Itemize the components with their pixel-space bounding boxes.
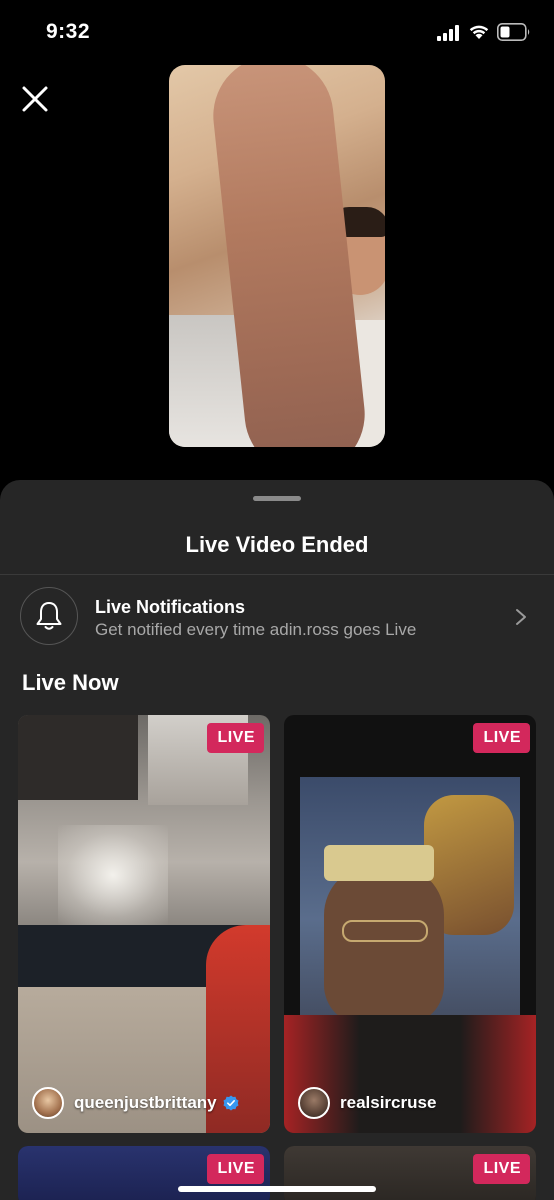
thumbnail-headband	[324, 845, 434, 881]
thumbnail-face	[324, 865, 444, 1025]
close-icon[interactable]	[18, 82, 52, 116]
verified-badge-icon	[223, 1095, 239, 1111]
notification-title: Live Notifications	[95, 597, 246, 617]
home-indicator[interactable]	[178, 1186, 376, 1192]
status-time: 9:32	[46, 20, 91, 43]
avatar	[32, 1087, 64, 1119]
card-user: realsircruse	[298, 1087, 436, 1119]
thumbnail-cabinet	[18, 715, 138, 800]
status-bar: 9:32	[0, 0, 554, 64]
live-ended-sheet: Live Video Ended Live Notifications Get …	[0, 480, 554, 1200]
wifi-icon	[469, 25, 489, 39]
thumbnail-light	[58, 825, 168, 925]
live-card-realsircruse[interactable]: LIVE realsircruse	[284, 715, 536, 1133]
card-username: queenjustbrittany	[74, 1093, 217, 1112]
live-badge: LIVE	[207, 723, 264, 753]
drag-handle[interactable]	[253, 496, 301, 501]
card-user: queenjustbrittany	[32, 1087, 239, 1119]
live-badge: LIVE	[473, 723, 530, 753]
thumbnail-glasses	[342, 920, 428, 942]
notification-subtitle: Get notified every time adin.ross goes L…	[95, 620, 417, 639]
bell-icon	[36, 602, 62, 630]
live-notifications-row[interactable]: Live Notifications Get notified every ti…	[0, 575, 554, 663]
live-now-heading: Live Now	[22, 670, 119, 695]
live-badge: LIVE	[207, 1154, 264, 1184]
bell-circle	[20, 587, 78, 645]
sheet-title: Live Video Ended	[185, 532, 369, 557]
battery-icon	[497, 23, 530, 41]
card-username: realsircruse	[340, 1093, 437, 1112]
live-card-queenjustbrittany[interactable]: LIVE queenjustbrittany	[18, 715, 270, 1133]
ended-video-frame	[169, 65, 385, 447]
signal-icon	[437, 25, 459, 41]
chevron-right-icon	[516, 609, 526, 625]
avatar	[298, 1087, 330, 1119]
live-badge: LIVE	[473, 1154, 530, 1184]
